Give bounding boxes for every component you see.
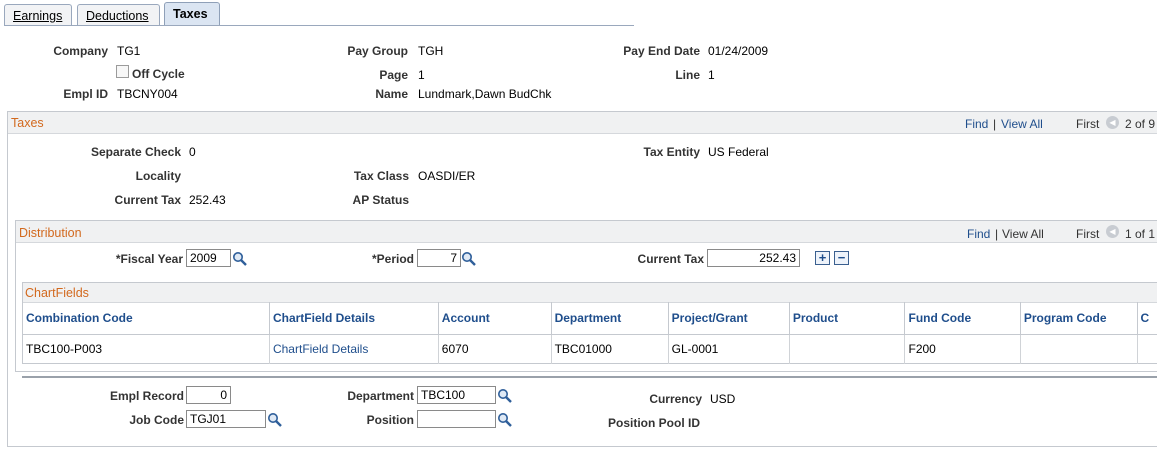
department-label: Department [347, 389, 414, 403]
column-header-product: Product [789, 302, 906, 335]
pay-group-label: Pay Group [347, 44, 408, 58]
tax-entity-value: US Federal [708, 145, 769, 159]
department-lookup-icon[interactable] [497, 388, 513, 404]
fiscal-year-lookup-icon[interactable] [232, 251, 248, 267]
period-lookup-icon[interactable] [461, 251, 477, 267]
tab-taxes-label: Taxes [173, 7, 208, 21]
column-header-program-code: Program Code [1020, 302, 1138, 335]
current-tax-value: 252.43 [189, 193, 226, 207]
cell-product [789, 334, 906, 364]
locality-label: Locality [135, 169, 181, 183]
tax-class-label: Tax Class [353, 169, 409, 183]
chartfield-details-link[interactable]: ChartField Details [269, 334, 439, 364]
tax-class-value: OASDI/ER [418, 169, 476, 183]
line-value: 1 [708, 68, 715, 82]
empl-record-input[interactable] [186, 386, 231, 404]
currency-value: USD [710, 392, 736, 406]
job-code-label: Job Code [129, 413, 184, 427]
period-label: *Period [371, 252, 414, 266]
off-cycle-label: Off Cycle [132, 67, 185, 81]
chartfields-table: Combination Code ChartField Details Acco… [23, 302, 1157, 364]
taxes-view-all-link[interactable]: View All [1001, 117, 1043, 131]
tab-deductions[interactable]: Deductions [77, 4, 160, 26]
pay-end-date-label: Pay End Date [623, 44, 700, 58]
page-value: 1 [418, 68, 425, 82]
cell-program-code [1020, 334, 1138, 364]
currency-label: Currency [649, 392, 702, 406]
off-cycle-checkbox [116, 65, 129, 78]
position-input[interactable] [417, 410, 496, 428]
distribution-view-all-link[interactable]: View All [1002, 227, 1044, 241]
empl-id-label: Empl ID [63, 87, 108, 101]
taxes-first-link[interactable]: First [1076, 117, 1099, 131]
chartfields-header-bar [23, 283, 1157, 303]
column-header-project-grant: Project/Grant [668, 302, 790, 335]
section-divider [22, 376, 1157, 378]
current-tax-label: Current Tax [114, 193, 181, 207]
name-value: Lundmark,Dawn BudChk [418, 87, 552, 101]
distribution-current-tax-label: Current Tax [637, 252, 704, 266]
tab-earnings-label: Earnings [13, 9, 63, 23]
distribution-current-tax-input[interactable] [707, 249, 800, 267]
pay-end-date-value: 01/24/2009 [708, 44, 769, 58]
tab-taxes[interactable]: Taxes [164, 2, 220, 26]
page-label: Page [379, 68, 408, 82]
cell-account: 6070 [438, 334, 552, 364]
name-label: Name [375, 87, 408, 101]
cell-truncated [1137, 334, 1157, 364]
fiscal-year-label: *Fiscal Year [115, 252, 183, 266]
column-header-department: Department [551, 302, 669, 335]
delete-row-button[interactable]: − [834, 251, 849, 265]
taxes-title: Taxes [11, 116, 44, 130]
taxes-separator: | [993, 117, 997, 131]
ap-status-label: AP Status [352, 193, 409, 207]
cell-combination-code: TBC100-P003 [23, 334, 270, 364]
cell-department: TBC01000 [551, 334, 669, 364]
tax-entity-label: Tax Entity [643, 145, 700, 159]
distribution-title: Distribution [19, 226, 82, 240]
distribution-separator: | [995, 227, 999, 241]
job-code-input[interactable] [186, 410, 266, 428]
job-code-lookup-icon[interactable] [267, 412, 283, 428]
column-header-chartfield-details: ChartField Details [269, 302, 439, 335]
taxes-find-link[interactable]: Find [965, 117, 988, 131]
chartfields-header-row: Combination Code ChartField Details Acco… [23, 302, 1157, 335]
column-header-combination-code: Combination Code [23, 302, 270, 335]
fiscal-year-input[interactable] [186, 249, 231, 267]
table-row: TBC100-P003 ChartField Details 6070 TBC0… [23, 334, 1157, 364]
distribution-find-link[interactable]: Find [967, 227, 990, 241]
tab-deductions-label: Deductions [86, 9, 149, 23]
empl-record-label: Empl Record [109, 389, 184, 403]
column-header-fund-code: Fund Code [904, 302, 1021, 335]
company-label: Company [53, 44, 108, 58]
position-label: Position [366, 413, 414, 427]
distribution-previous-arrow-icon[interactable]: ◀ [1106, 225, 1119, 238]
department-input[interactable] [417, 386, 496, 404]
column-header-account: Account [438, 302, 552, 335]
tab-divider [4, 25, 634, 26]
cell-project-grant: GL-0001 [668, 334, 790, 364]
position-lookup-icon[interactable] [497, 412, 513, 428]
empl-id-value: TBCNY004 [117, 87, 178, 101]
distribution-row-count: 1 of 1 [1125, 227, 1156, 241]
column-header-truncated: C [1137, 302, 1157, 335]
pay-group-value: TGH [418, 44, 444, 58]
previous-arrow-icon[interactable]: ◀ [1106, 116, 1119, 129]
add-row-button[interactable]: + [815, 251, 830, 265]
cell-fund-code: F200 [904, 334, 1021, 364]
distribution-first-link[interactable]: First [1076, 227, 1099, 241]
tab-earnings[interactable]: Earnings [4, 4, 72, 26]
separate-check-value: 0 [189, 145, 196, 159]
period-input[interactable] [417, 249, 461, 267]
chartfield-details-link-text[interactable]: ChartField Details [273, 342, 368, 356]
position-pool-id-label: Position Pool ID [608, 416, 700, 430]
separate-check-label: Separate Check [90, 145, 181, 159]
line-label: Line [675, 68, 700, 82]
chartfields-title: ChartFields [25, 286, 89, 300]
company-value: TG1 [117, 44, 141, 58]
taxes-row-count: 2 of 9 [1125, 117, 1156, 131]
